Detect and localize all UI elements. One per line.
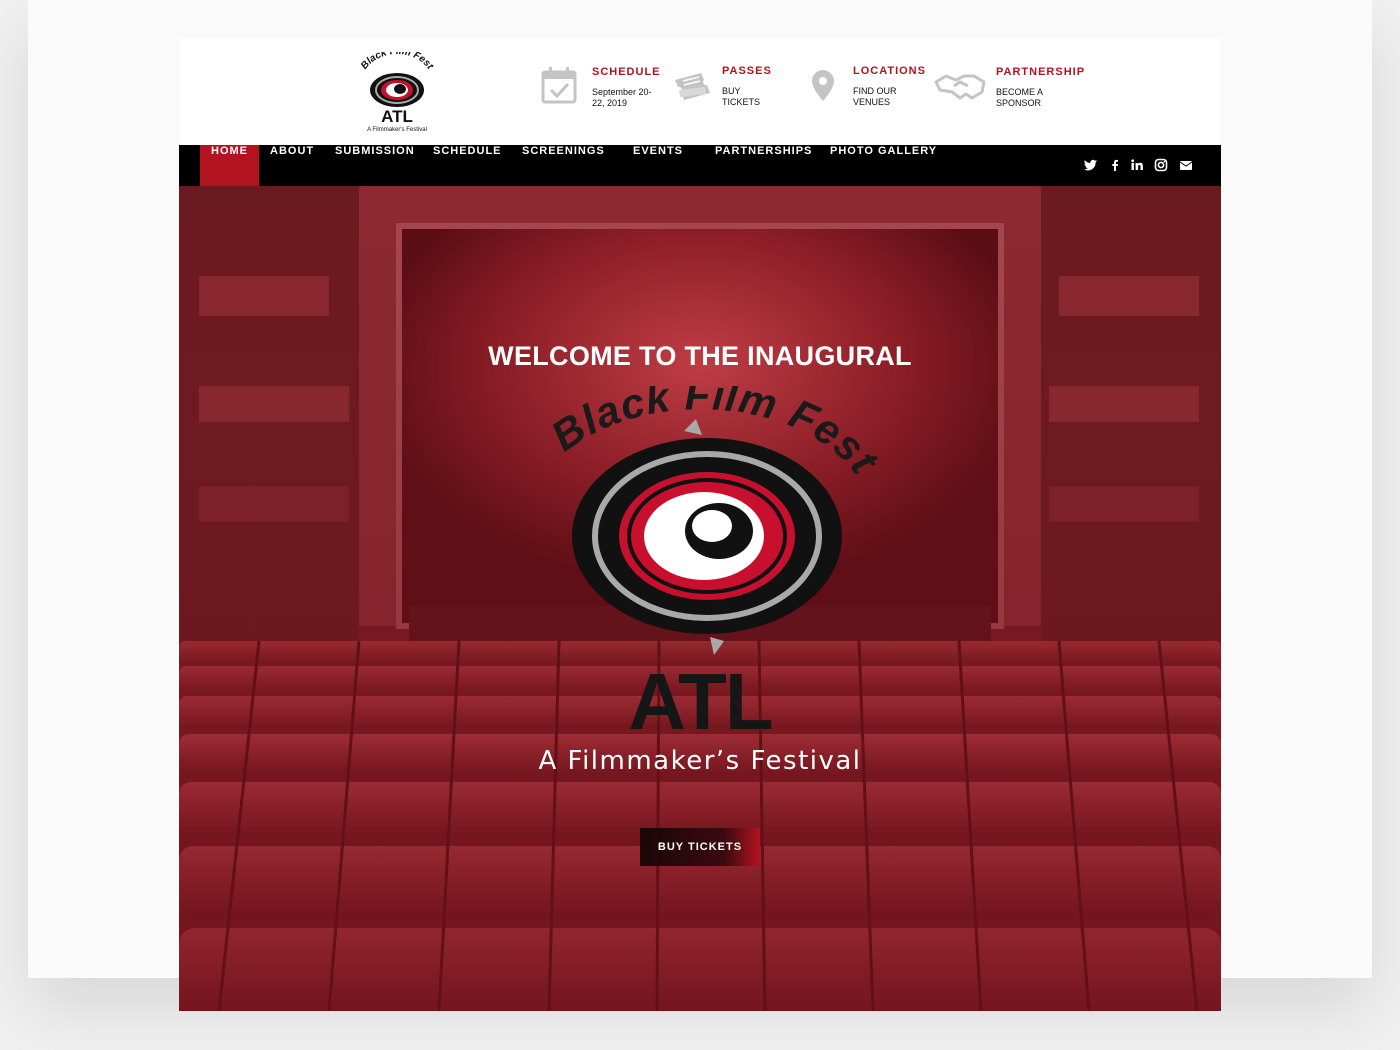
svg-text:ATL: ATL xyxy=(381,107,413,126)
header-passes[interactable]: PASSES BUY TICKETS xyxy=(671,60,791,120)
nav-home[interactable]: HOME xyxy=(200,145,259,186)
main-nav: HOME ABOUT SUBMISSION SCHEDULE SCREENING… xyxy=(179,145,1221,186)
handshake-icon xyxy=(934,74,986,100)
nav-submission[interactable]: SUBMISSION xyxy=(335,145,415,186)
svg-text:Black Film Fest: Black Film Fest xyxy=(359,52,435,72)
nav-about[interactable]: ABOUT xyxy=(270,145,314,186)
partnership-title: PARTNERSHIP xyxy=(996,66,1086,78)
linkedin-icon[interactable] xyxy=(1130,158,1144,172)
locations-sub: FIND OUR VENUES xyxy=(853,86,897,107)
website-page: Black Film Fest ATL A Filmmaker's Festiv… xyxy=(179,38,1221,1011)
facebook-icon[interactable] xyxy=(1108,158,1122,172)
logo-city: ATL xyxy=(628,657,774,746)
locations-title: LOCATIONS xyxy=(853,65,926,77)
ticket-icon xyxy=(675,73,710,100)
partnership-sub: BECOME A SPONSOR xyxy=(996,87,1044,108)
hero-heading: WELCOME TO THE INAUGURAL xyxy=(488,341,912,371)
twitter-icon[interactable] xyxy=(1084,158,1098,172)
nav-screenings[interactable]: SCREENINGS xyxy=(522,145,605,186)
nav-partnerships[interactable]: PARTNERSHIPS xyxy=(715,145,812,186)
hero-tagline: A Filmmaker’s Festival xyxy=(538,746,862,776)
site-header: Black Film Fest ATL A Filmmaker's Festiv… xyxy=(179,38,1221,145)
instagram-icon[interactable] xyxy=(1154,158,1168,172)
schedule-dates: September 20- 22, 2019 xyxy=(592,87,652,108)
passes-sub: BUY TICKETS xyxy=(722,86,761,107)
nav-schedule[interactable]: SCHEDULE xyxy=(433,145,502,186)
email-icon[interactable] xyxy=(1179,158,1193,172)
calendar-icon xyxy=(541,67,577,104)
nav-photo-gallery[interactable]: PHOTO GALLERY xyxy=(830,145,937,186)
site-logo[interactable]: Black Film Fest ATL A Filmmaker's Festiv… xyxy=(355,52,439,134)
schedule-title: SCHEDULE xyxy=(592,66,661,78)
header-schedule[interactable]: SCHEDULE September 20- 22, 2019 xyxy=(539,60,661,120)
svg-text:A Filmmaker's Festival: A Filmmaker's Festival xyxy=(367,127,427,133)
map-pin-icon xyxy=(812,70,834,101)
nav-events[interactable]: EVENTS xyxy=(633,145,683,186)
header-partnership[interactable]: PARTNERSHIP BECOME A SPONSOR xyxy=(934,60,1084,120)
buy-tickets-button[interactable]: BUY TICKETS xyxy=(640,828,760,866)
passes-title: PASSES xyxy=(722,65,772,77)
header-locations[interactable]: LOCATIONS FIND OUR VENUES xyxy=(805,60,935,120)
hero-banner: WELCOME TO THE INAUGURAL Black Film Fest… xyxy=(179,186,1221,1011)
